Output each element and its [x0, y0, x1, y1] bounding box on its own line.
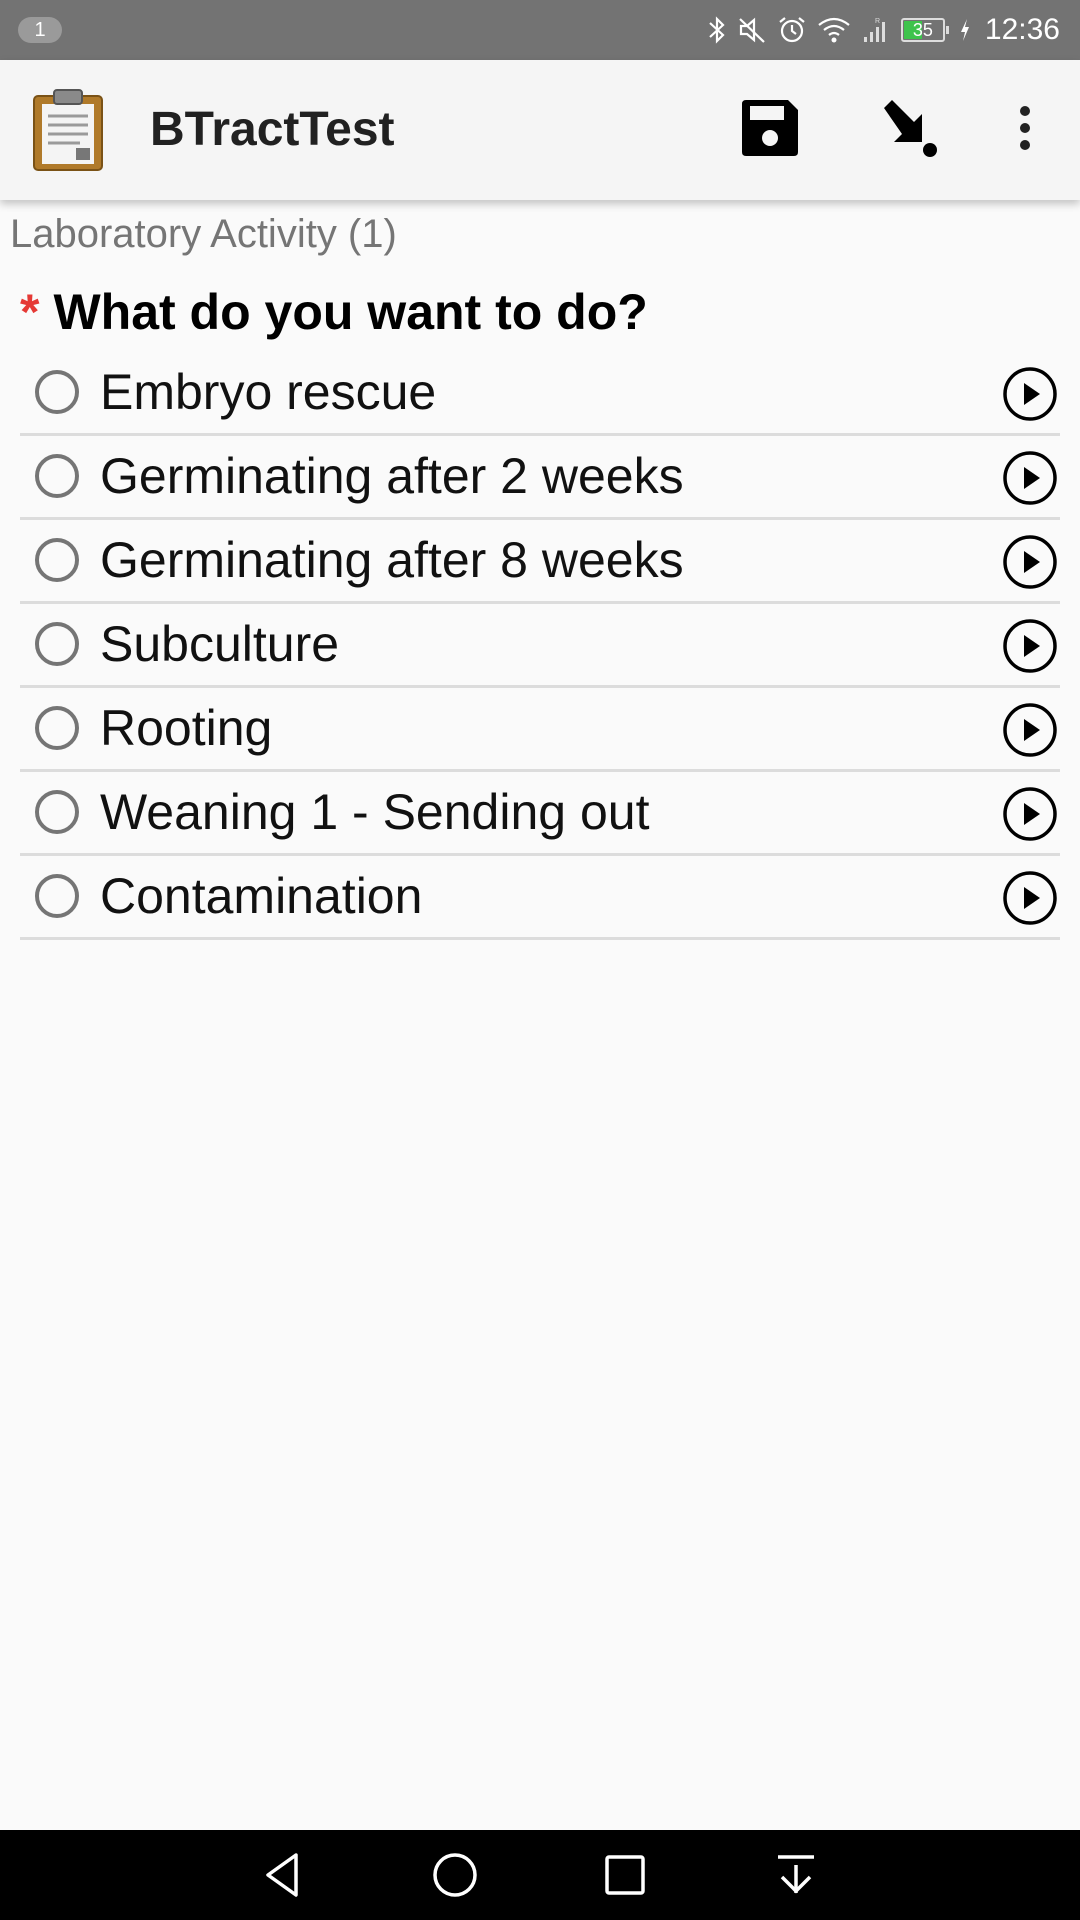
- play-icon[interactable]: [1002, 366, 1058, 422]
- option-label: Rooting: [100, 700, 273, 756]
- option-label: Germinating after 2 weeks: [100, 448, 684, 504]
- option-weaning-1[interactable]: Weaning 1 - Sending out: [20, 772, 1060, 856]
- save-button[interactable]: [730, 90, 810, 170]
- option-germinating-8-weeks[interactable]: Germinating after 8 weeks: [20, 520, 1060, 604]
- question-text: What do you want to do?: [53, 284, 648, 340]
- mute-icon: [737, 15, 767, 45]
- option-rooting[interactable]: Rooting: [20, 688, 1060, 772]
- app-bar: BTractTest: [0, 60, 1080, 200]
- charging-icon: [959, 15, 971, 45]
- play-icon[interactable]: [1002, 786, 1058, 842]
- jump-icon: [878, 96, 942, 165]
- status-bar: 1 R 35 12:36: [0, 0, 1080, 60]
- battery-icon: 35: [900, 18, 949, 42]
- option-label: Subculture: [100, 616, 340, 672]
- required-marker: *: [20, 284, 40, 340]
- radio-button[interactable]: [35, 874, 79, 918]
- app-title: BTractTest: [150, 103, 395, 156]
- radio-button[interactable]: [35, 706, 79, 750]
- clock: 12:36: [984, 13, 1060, 46]
- recents-icon[interactable]: [599, 1849, 651, 1901]
- option-germinating-2-weeks[interactable]: Germinating after 2 weeks: [20, 436, 1060, 520]
- option-label: Embryo rescue: [100, 364, 437, 420]
- play-icon[interactable]: [1002, 618, 1058, 674]
- notification-count-badge: 1: [18, 17, 62, 43]
- option-embryo-rescue[interactable]: Embryo rescue: [20, 352, 1060, 436]
- play-icon[interactable]: [1002, 534, 1058, 590]
- question-title: * What do you want to do?: [20, 283, 648, 341]
- radio-button[interactable]: [35, 454, 79, 498]
- battery-level: 35: [912, 20, 933, 40]
- option-contamination[interactable]: Contamination: [20, 856, 1060, 940]
- back-icon[interactable]: [258, 1849, 310, 1901]
- radio-button[interactable]: [35, 790, 79, 834]
- more-vert-icon: [1015, 104, 1035, 157]
- play-icon[interactable]: [1002, 702, 1058, 758]
- alarm-icon: [777, 15, 807, 45]
- jump-button[interactable]: [870, 90, 950, 170]
- options-list: Embryo rescue Germinating after 2 weeks …: [20, 352, 1060, 940]
- radio-button[interactable]: [35, 370, 79, 414]
- radio-button[interactable]: [35, 538, 79, 582]
- save-icon: [738, 96, 802, 165]
- play-icon[interactable]: [1002, 450, 1058, 506]
- radio-button[interactable]: [35, 622, 79, 666]
- svg-text:R: R: [875, 18, 880, 25]
- navigation-bar: [0, 1830, 1080, 1920]
- option-subculture[interactable]: Subculture: [20, 604, 1060, 688]
- wifi-icon: [817, 15, 851, 45]
- breadcrumb: Laboratory Activity (1): [10, 212, 397, 256]
- option-label: Germinating after 8 weeks: [100, 532, 684, 588]
- status-icons: R 35 12:36: [707, 0, 1060, 60]
- play-icon[interactable]: [1002, 870, 1058, 926]
- option-label: Contamination: [100, 868, 423, 924]
- clipboard-icon: [32, 88, 104, 172]
- option-label: Weaning 1 - Sending out: [100, 784, 650, 840]
- signal-icon: R: [861, 15, 891, 45]
- notifications-pull-icon[interactable]: [770, 1849, 822, 1901]
- bluetooth-icon: [707, 15, 727, 45]
- home-icon[interactable]: [429, 1849, 481, 1901]
- more-options-button[interactable]: [985, 90, 1065, 170]
